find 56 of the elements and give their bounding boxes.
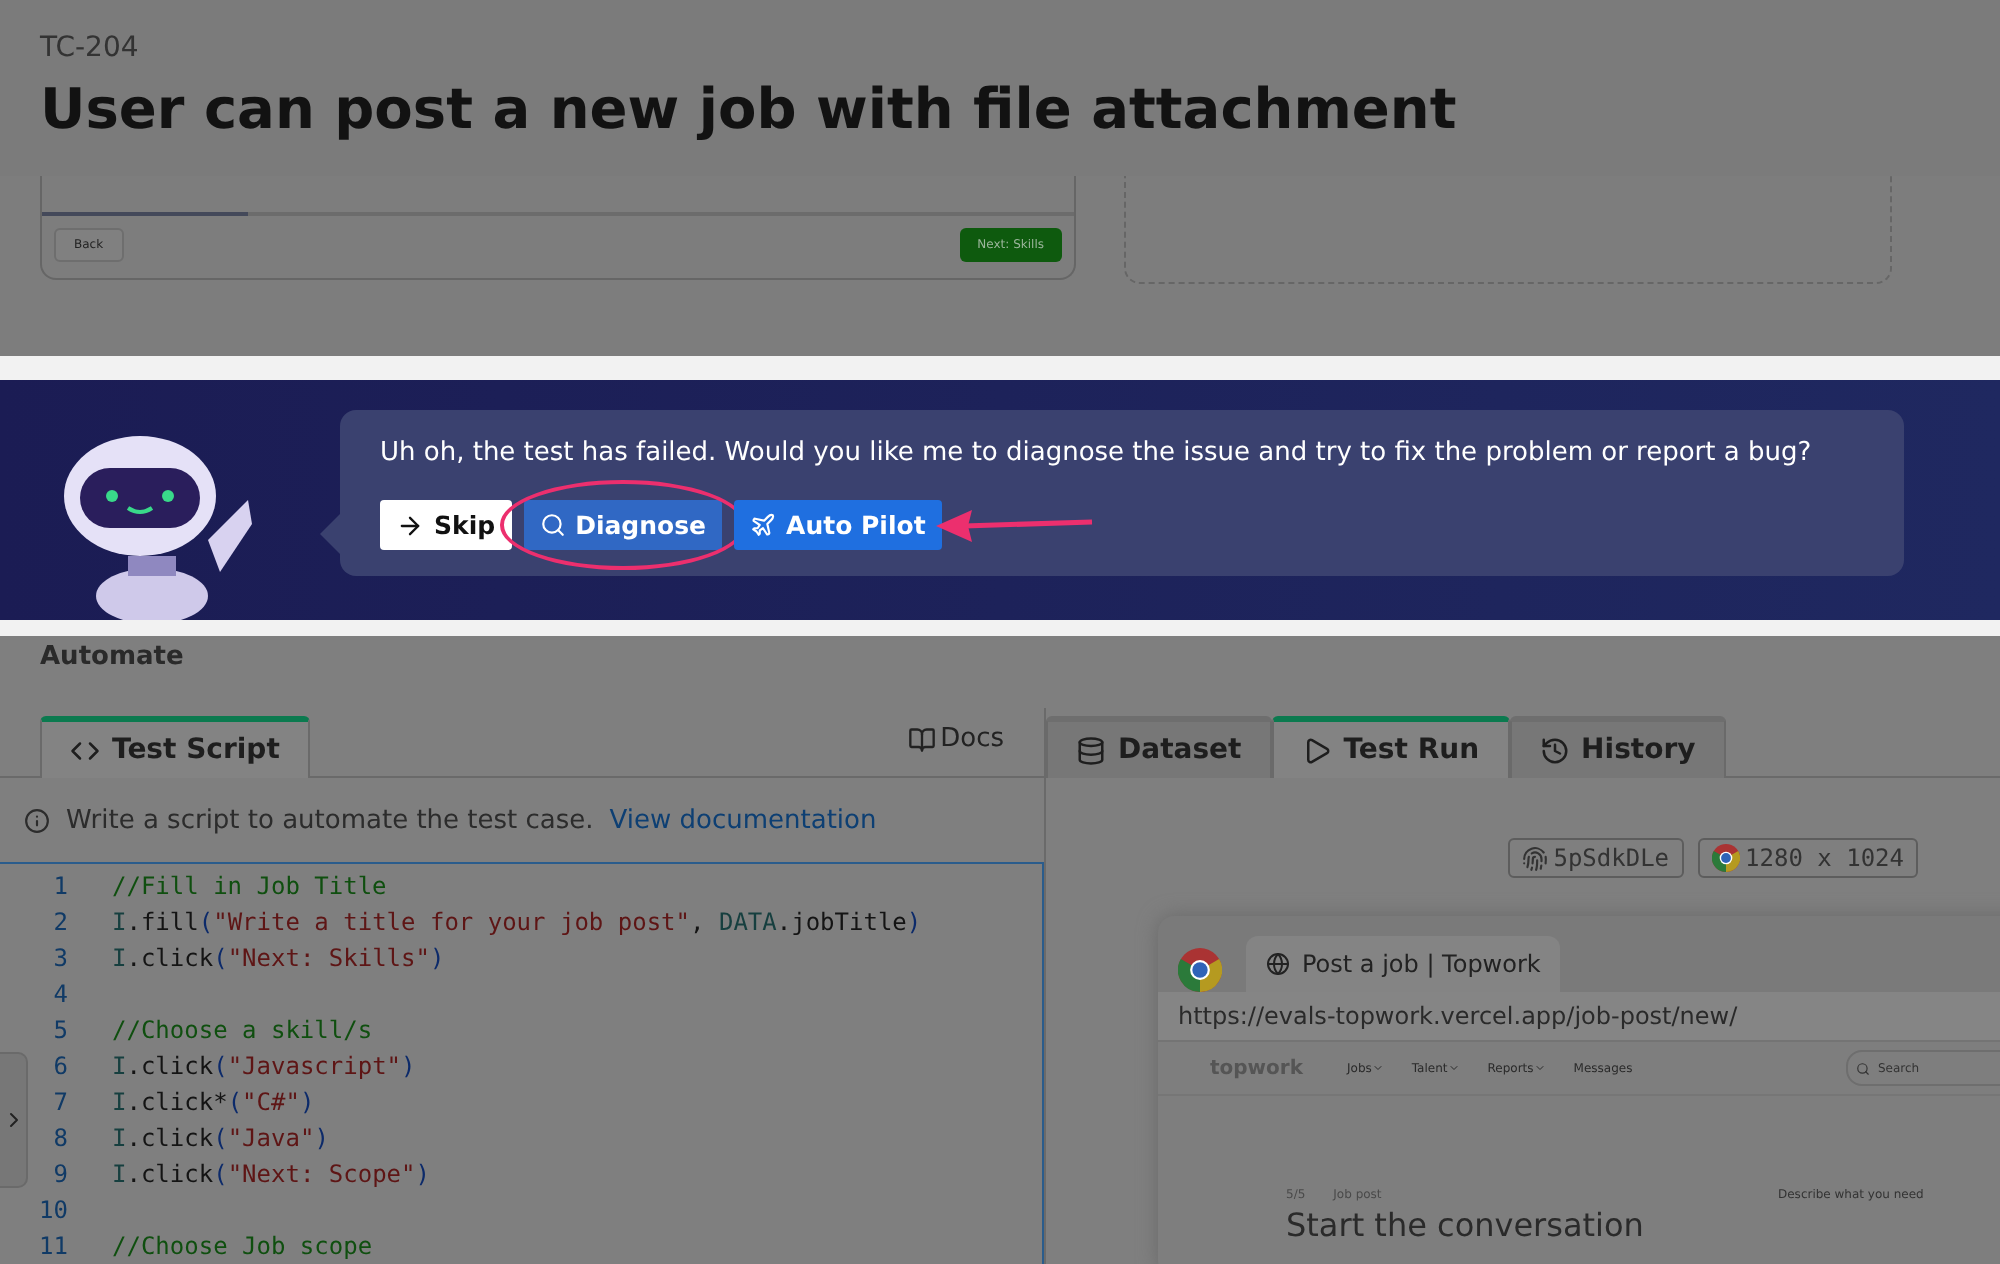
line-number: 7 bbox=[51, 1088, 70, 1116]
history-icon bbox=[1539, 735, 1570, 765]
line-number: 5 bbox=[51, 1016, 70, 1044]
search-icon bbox=[1856, 1061, 1870, 1075]
line-number: 8 bbox=[51, 1124, 70, 1152]
fingerprint-icon bbox=[1521, 845, 1548, 871]
assistant-message: Uh oh, the test has failed. Would you like me to diagnose the issue and try to fix the problem or report a bug? bbox=[380, 436, 1814, 472]
line-number: 10 bbox=[37, 1196, 70, 1224]
expand-handle[interactable] bbox=[0, 1052, 28, 1188]
session-badge: 5pSdkDLe bbox=[1507, 838, 1684, 878]
chevron-down-icon bbox=[1533, 1062, 1546, 1074]
code-line: I.click("Next: Skills") bbox=[112, 944, 445, 972]
code-line: I.fill("Write a title for your job post", DATA.jobTitle) bbox=[112, 908, 922, 936]
page-title: User can post a new job with file attachment bbox=[40, 76, 1459, 142]
line-number: 6 bbox=[51, 1052, 70, 1080]
run-tab[interactable]: Test Run bbox=[1271, 716, 1510, 778]
line-number: 4 bbox=[51, 980, 70, 1008]
chevron-down-icon bbox=[1371, 1062, 1384, 1074]
play-icon bbox=[1301, 735, 1332, 765]
arrow-right-icon bbox=[396, 511, 424, 539]
code-line: I.click("Javascript") bbox=[112, 1052, 416, 1080]
line-number: 1 bbox=[51, 872, 70, 900]
run-tab[interactable]: History bbox=[1509, 716, 1726, 778]
globe-icon bbox=[1266, 952, 1290, 976]
line-number: 11 bbox=[37, 1232, 70, 1260]
skip-button[interactable]: Skip bbox=[380, 500, 512, 550]
book-icon bbox=[908, 725, 937, 753]
plane-icon bbox=[750, 512, 777, 538]
diagnose-button[interactable]: Diagnose bbox=[523, 500, 723, 550]
line-number: 9 bbox=[51, 1160, 70, 1188]
page-heading: Start the conversation bbox=[1286, 1206, 1646, 1244]
autopilot-button[interactable]: Auto Pilot bbox=[734, 500, 942, 550]
section-title: Automate bbox=[38, 640, 186, 676]
resolution-badge: 1280 x 1024 bbox=[1697, 838, 1918, 878]
case-id: TC-204 bbox=[40, 32, 141, 64]
code-line: I.click*("C#") bbox=[112, 1088, 315, 1116]
docs-button[interactable]: Docs bbox=[896, 722, 1016, 756]
code-line: I.click("Java") bbox=[112, 1124, 329, 1152]
run-tab[interactable]: Dataset bbox=[1046, 716, 1272, 778]
info-icon bbox=[24, 807, 50, 833]
documentation-link[interactable]: View documentation bbox=[609, 805, 877, 835]
browser-tab[interactable]: Post a job | Topwork bbox=[1246, 936, 1561, 992]
script-tab[interactable]: Test Script bbox=[40, 716, 310, 778]
database-icon bbox=[1076, 735, 1106, 765]
line-number: 3 bbox=[51, 944, 70, 972]
hint-text: Write a script to automate the test case. bbox=[66, 805, 594, 835]
search-icon bbox=[539, 512, 566, 538]
chrome-icon bbox=[1711, 844, 1740, 872]
code-line: //Fill in Job Title bbox=[112, 872, 387, 900]
url-bar[interactable]: https://evals-topwork.vercel.app/job-post/new/ bbox=[1158, 992, 2000, 1040]
code-line: //Choose a skill/s bbox=[112, 1016, 373, 1044]
code-line: //Choose Job scope bbox=[112, 1232, 373, 1260]
chrome-icon bbox=[1178, 948, 1222, 992]
chevron-down-icon bbox=[1447, 1062, 1460, 1074]
line-number: 2 bbox=[51, 908, 70, 936]
code-line: I.click("Next: Scope") bbox=[112, 1160, 430, 1188]
